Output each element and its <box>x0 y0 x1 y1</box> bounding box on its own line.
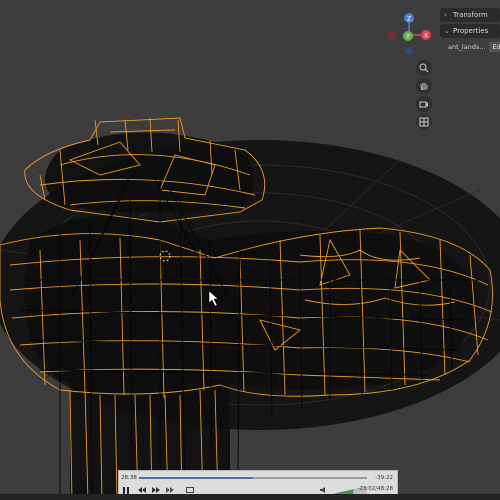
grid-icon <box>419 117 429 127</box>
skip-forward-icon <box>152 487 160 493</box>
navigation-gizmo[interactable]: Z X Y <box>384 10 434 60</box>
properties-panel-header[interactable]: ⌄ Properties <box>440 24 500 38</box>
zoom-icon <box>419 63 429 73</box>
hand-icon <box>420 83 428 91</box>
y-axis-label: Y <box>405 34 410 41</box>
transform-label: Transform <box>453 11 488 19</box>
status-bar <box>0 494 500 500</box>
pause-icon <box>123 486 129 494</box>
pan-button[interactable] <box>416 78 432 94</box>
properties-label: Properties <box>453 27 489 35</box>
fast-forward-icon <box>166 487 174 493</box>
current-time: 28:38 <box>121 475 137 481</box>
transform-panel-header[interactable]: › Transform <box>440 8 500 22</box>
total-time: -23:02/48:28 <box>357 486 393 492</box>
seek-bar[interactable] <box>139 477 367 479</box>
zoom-button[interactable] <box>416 60 432 76</box>
camera-icon <box>419 101 428 108</box>
chevron-down-icon: ⌄ <box>444 27 450 35</box>
z-axis-label: Z <box>407 16 411 23</box>
skip-back-icon <box>138 487 146 493</box>
remaining-time: -39:22 <box>375 475 393 481</box>
perspective-toggle-button[interactable] <box>416 114 432 130</box>
property-row: ant_lands... Edi <box>440 40 500 54</box>
speaker-icon <box>320 487 325 493</box>
camera-view-button[interactable] <box>416 96 432 112</box>
captions-icon <box>186 487 194 493</box>
property-file-name: ant_lands... <box>448 43 486 51</box>
neg-x-axis-handle[interactable] <box>388 31 396 39</box>
sidebar-panel: › Transform ⌄ Properties ant_lands... Ed… <box>440 8 500 54</box>
x-axis-label: X <box>424 33 428 40</box>
edit-button[interactable]: Edi <box>488 42 500 52</box>
neg-z-axis-handle[interactable] <box>405 47 413 55</box>
seek-bar-progress <box>139 477 253 479</box>
chevron-right-icon: › <box>444 11 447 19</box>
